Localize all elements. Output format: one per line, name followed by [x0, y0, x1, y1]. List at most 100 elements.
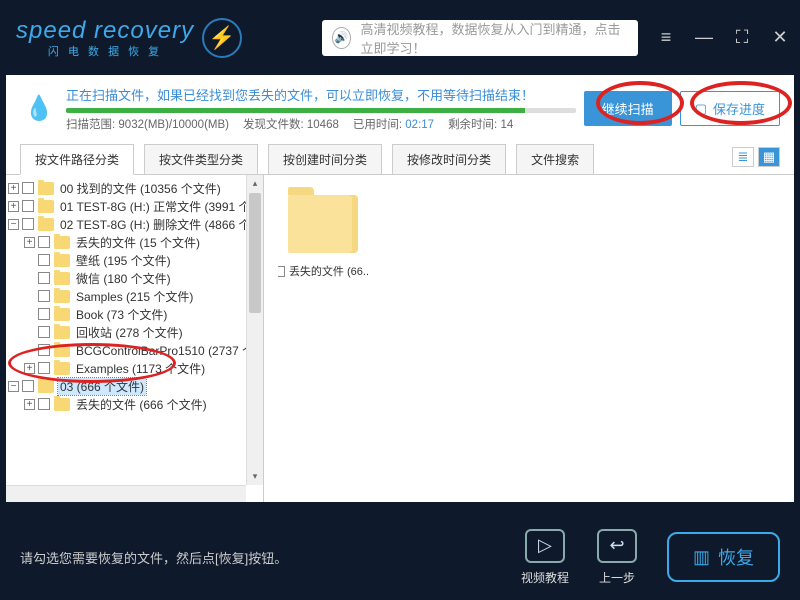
minimize-button[interactable]: — — [694, 27, 714, 48]
folder-icon — [54, 344, 70, 357]
expand-toggle[interactable] — [24, 291, 35, 302]
tree-node[interactable]: 壁纸 (195 个文件) — [6, 251, 263, 269]
tree-checkbox[interactable] — [22, 380, 34, 392]
tree-node[interactable]: +00 找到的文件 (10356 个文件) — [6, 179, 263, 197]
folder-icon — [38, 218, 54, 231]
tree-checkbox[interactable] — [22, 182, 34, 194]
expand-toggle[interactable] — [24, 273, 35, 284]
expand-toggle[interactable]: + — [8, 183, 19, 194]
window-controls: ≡ — ⛶ ✕ — [656, 27, 790, 48]
tree-label: Examples (1173 个文件) — [74, 360, 207, 377]
speaker-icon: 🔊 — [332, 27, 350, 49]
file-name: 丢失的文件 (66... — [289, 263, 368, 279]
expand-toggle[interactable] — [24, 327, 35, 338]
tree-scrollbar-v[interactable]: ▴ ▾ — [246, 175, 263, 485]
tab-by-path[interactable]: 按文件路径分类 — [20, 144, 134, 175]
tree-node[interactable]: +丢失的文件 (666 个文件) — [6, 395, 263, 413]
tree-label: Book (73 个文件) — [74, 306, 169, 323]
tree-label: 微信 (180 个文件) — [74, 270, 173, 287]
tab-by-modified[interactable]: 按修改时间分类 — [392, 144, 506, 174]
file-checkbox[interactable] — [278, 266, 285, 277]
folder-icon — [54, 290, 70, 303]
save-icon: ▢ — [695, 101, 707, 117]
folder-icon — [54, 398, 70, 411]
tree-checkbox[interactable] — [38, 362, 50, 374]
logo-main: speed recovery — [16, 17, 194, 45]
expand-toggle[interactable]: + — [24, 237, 35, 248]
tree-node[interactable]: 微信 (180 个文件) — [6, 269, 263, 287]
folder-icon — [54, 362, 70, 375]
tree-label: 02 TEST-8G (H:) 删除文件 (4866 个文 — [58, 216, 264, 233]
folder-icon — [38, 182, 54, 195]
expand-toggle[interactable]: + — [24, 363, 35, 374]
tree-node[interactable]: − 02 TEST-8G (H:) 删除文件 (4866 个文 — [6, 215, 263, 233]
tree-node[interactable]: − 03 (666 个文件) — [6, 377, 263, 395]
tree-label: 丢失的文件 (15 个文件) — [74, 234, 202, 251]
maximize-button[interactable]: ⛶ — [732, 27, 752, 48]
tab-by-type[interactable]: 按文件类型分类 — [144, 144, 258, 174]
footer: 请勾选您需要恢复的文件，然后点[恢复]按钮。 ▷ 视频教程 ↩ 上一步 ▥ 恢复 — [0, 514, 800, 600]
tree-checkbox[interactable] — [22, 200, 34, 212]
file-pane: 丢失的文件 (66... — [264, 175, 794, 502]
tree-label: 01 TEST-8G (H:) 正常文件 (3991 个文 — [58, 198, 264, 215]
tree-label: 03 (666 个文件) — [58, 378, 146, 395]
tree-checkbox[interactable] — [38, 344, 50, 356]
menu-icon[interactable]: ≡ — [656, 27, 676, 48]
expand-toggle[interactable]: − — [8, 381, 19, 392]
expand-toggle[interactable] — [24, 345, 35, 356]
tree-checkbox[interactable] — [38, 254, 50, 266]
tree-node[interactable]: + 丢失的文件 (15 个文件) — [6, 233, 263, 251]
folder-icon — [54, 272, 70, 285]
expand-toggle[interactable] — [24, 309, 35, 320]
tree-checkbox[interactable] — [38, 326, 50, 338]
tree-label: 00 找到的文件 (10356 个文件) — [58, 180, 223, 197]
tree-label: 回收站 (278 个文件) — [74, 324, 185, 341]
folder-icon — [54, 236, 70, 249]
folder-tree[interactable]: +00 找到的文件 (10356 个文件)+01 TEST-8G (H:) 正常… — [6, 175, 264, 502]
play-icon: ▷ — [525, 529, 565, 563]
tree-checkbox[interactable] — [38, 272, 50, 284]
tree-checkbox[interactable] — [38, 308, 50, 320]
file-item[interactable]: 丢失的文件 (66... — [278, 195, 368, 279]
tree-node[interactable]: 回收站 (278 个文件) — [6, 323, 263, 341]
tree-node[interactable]: Book (73 个文件) — [6, 305, 263, 323]
tree-checkbox[interactable] — [38, 236, 50, 248]
expand-toggle[interactable]: − — [8, 219, 19, 230]
tree-scrollbar-h[interactable] — [6, 485, 246, 502]
tree-checkbox[interactable] — [22, 218, 34, 230]
recover-icon: ▥ — [693, 547, 710, 568]
tutorial-banner[interactable]: 🔊 高清视频教程，数据恢复从入门到精通，点击立即学习！ — [322, 20, 638, 56]
video-tutorial-button[interactable]: ▷ 视频教程 — [521, 529, 569, 586]
tree-node[interactable]: +01 TEST-8G (H:) 正常文件 (3991 个文 — [6, 197, 263, 215]
continue-scan-button[interactable]: 继续扫描 — [584, 91, 672, 126]
scan-icon: 💧 — [20, 90, 58, 128]
folder-icon — [54, 308, 70, 321]
tab-by-created[interactable]: 按创建时间分类 — [268, 144, 382, 174]
tree-node[interactable]: + Examples (1173 个文件) — [6, 359, 263, 377]
save-progress-button[interactable]: ▢ 保存进度 — [680, 91, 780, 126]
folder-icon — [38, 380, 54, 393]
expand-toggle[interactable]: + — [8, 201, 19, 212]
tree-checkbox[interactable] — [38, 398, 50, 410]
footer-hint: 请勾选您需要恢复的文件，然后点[恢复]按钮。 — [20, 548, 287, 567]
close-button[interactable]: ✕ — [770, 27, 790, 48]
tree-checkbox[interactable] — [38, 290, 50, 302]
tab-search[interactable]: 文件搜索 — [516, 144, 594, 174]
expand-toggle[interactable] — [24, 255, 35, 266]
back-button[interactable]: ↩ 上一步 — [597, 529, 637, 586]
view-list-button[interactable]: ≣ — [732, 147, 754, 167]
folder-icon — [54, 254, 70, 267]
view-grid-button[interactable]: ▦ — [758, 147, 780, 167]
progress-bar — [66, 108, 576, 113]
folder-icon — [38, 200, 54, 213]
expand-toggle[interactable]: + — [24, 399, 35, 410]
app-logo: speed recovery 闪 电 数 据 恢 复 ⚡ — [16, 17, 242, 59]
status-info: 扫描范围: 9032(MB)/10000(MB) 发现文件数: 10468 已用… — [66, 116, 576, 132]
recover-button[interactable]: ▥ 恢复 — [667, 532, 780, 582]
tree-node[interactable]: BCGControlBarPro1510 (2737 个 — [6, 341, 263, 359]
main-panel: 💧 正在扫描文件，如果已经找到您丢失的文件，可以立即恢复，不用等待扫描结束！ 扫… — [6, 75, 794, 502]
folder-icon — [54, 326, 70, 339]
tree-node[interactable]: Samples (215 个文件) — [6, 287, 263, 305]
lightning-icon: ⚡ — [202, 18, 242, 58]
tab-bar: 按文件路径分类 按文件类型分类 按创建时间分类 按修改时间分类 文件搜索 ≣ ▦ — [6, 140, 794, 175]
